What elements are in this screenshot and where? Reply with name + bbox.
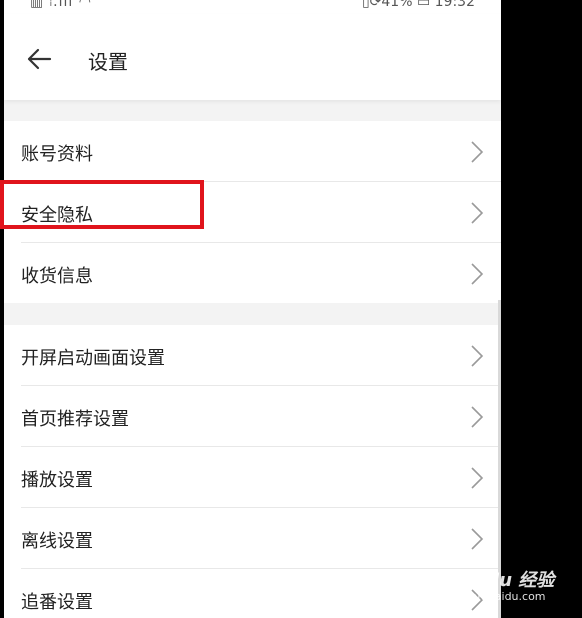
settings-item-label: 播放设置	[21, 470, 93, 491]
settings-item-shipping-info[interactable]: 收货信息	[21, 243, 501, 303]
chevron-right-icon	[471, 202, 484, 224]
settings-item-label: 开屏启动画面设置	[21, 348, 165, 369]
chevron-right-icon	[471, 345, 484, 367]
status-bar: ▥ ᵢ.ıll ◠ ▯⟳41% ▭ 19:32	[4, 0, 501, 14]
settings-item-home-recommend[interactable]: 首页推荐设置	[21, 386, 501, 447]
settings-item-label: 离线设置	[21, 531, 93, 552]
annotation-highlight-box	[0, 180, 204, 229]
settings-item-account-info[interactable]: 账号资料	[21, 121, 501, 182]
settings-item-anime-follow[interactable]: 追番设置	[21, 569, 501, 618]
status-bar-left-icons: ▥ ᵢ.ıll ◠	[30, 0, 92, 10]
chevron-right-icon	[471, 467, 484, 489]
status-bar-right-info: ▯⟳41% ▭ 19:32	[361, 0, 475, 10]
settings-item-splash-screen[interactable]: 开屏启动画面设置	[21, 325, 501, 386]
app-header: 设置	[4, 14, 501, 100]
chevron-right-icon	[471, 263, 484, 285]
watermark-url: jingyan.baidu.com	[444, 590, 546, 603]
chevron-right-icon	[471, 528, 484, 550]
settings-item-playback[interactable]: 播放设置	[21, 447, 501, 508]
settings-item-label: 追番设置	[21, 592, 93, 613]
chevron-right-icon	[471, 406, 484, 428]
settings-item-offline[interactable]: 离线设置	[21, 508, 501, 569]
page-title: 设置	[88, 50, 128, 74]
settings-item-label: 账号资料	[21, 144, 93, 165]
watermark-logo-text: Bai du 经验	[448, 570, 555, 591]
watermark: Bai du 经验 jingyan.baidu.com	[444, 556, 580, 608]
settings-item-label: 收货信息	[21, 266, 93, 287]
back-button[interactable]	[22, 42, 56, 76]
settings-item-label: 首页推荐设置	[21, 409, 129, 430]
phone-screen: ▥ ᵢ.ıll ◠ ▯⟳41% ▭ 19:32 设置 账号资料 安全隐私 收货信…	[4, 0, 501, 618]
chevron-right-icon	[471, 141, 484, 163]
back-arrow-icon	[27, 48, 52, 70]
settings-group-app: 开屏启动画面设置 首页推荐设置 播放设置 离线设置 追番设置	[4, 325, 501, 618]
